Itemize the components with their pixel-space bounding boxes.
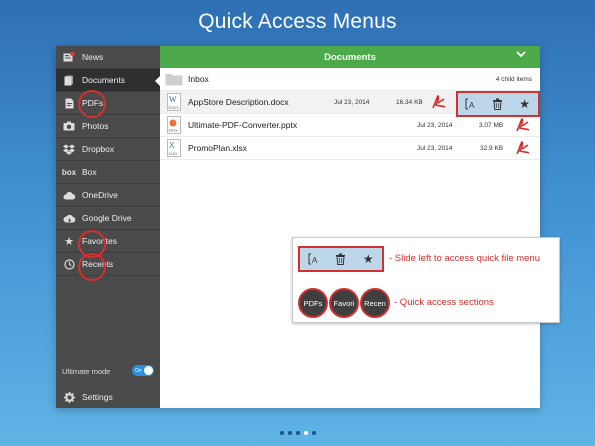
convert-to-pdf-icon[interactable] xyxy=(515,140,531,158)
sidebar-item-google-drive[interactable]: Google Drive xyxy=(56,207,160,230)
news-icon xyxy=(56,51,82,63)
sidebar-item-label: News xyxy=(82,52,104,62)
page-dot[interactable] xyxy=(279,431,284,435)
ultimate-mode-toggle[interactable]: On xyxy=(132,365,154,376)
sidebar-item-favorites[interactable]: ★ Favorites xyxy=(56,230,160,253)
header-title: Documents xyxy=(324,51,376,63)
google-drive-icon xyxy=(56,214,82,223)
box-logo-icon: box xyxy=(61,167,77,177)
sidebar-item-recents[interactable]: Recents xyxy=(56,253,160,276)
recents-highlight-ring xyxy=(78,253,106,281)
explanation-callout: A ★ - Slide left to access quick file me… xyxy=(292,237,560,323)
rename-icon[interactable]: A xyxy=(463,96,479,112)
quick-file-menu-sample: A ★ xyxy=(298,246,384,272)
svg-text:PPTX: PPTX xyxy=(169,129,179,133)
toggle-knob xyxy=(144,366,153,375)
sidebar-item-label: OneDrive xyxy=(82,190,118,200)
ultimate-mode-row: Ultimate mode On xyxy=(56,360,160,382)
ultimate-mode-label: Ultimate mode xyxy=(62,366,111,376)
file-date: Jul 23, 2014 xyxy=(417,144,453,152)
svg-text:W: W xyxy=(169,95,177,104)
sidebar-item-news[interactable]: News xyxy=(56,46,160,69)
trash-icon xyxy=(333,251,349,267)
sidebar-item-pdfs[interactable]: PDFs xyxy=(56,92,160,115)
slide-instruction: - Slide left to access quick file menu xyxy=(389,253,541,264)
file-row-pptx[interactable]: PPTX Ultimate-PDF-Converter.pptx Jul 23,… xyxy=(160,114,540,137)
page-dot[interactable] xyxy=(295,431,300,435)
star-icon: ★ xyxy=(362,252,374,266)
trash-icon[interactable] xyxy=(490,96,506,112)
rename-icon: A xyxy=(306,251,322,267)
toggle-state-text: On xyxy=(135,367,142,374)
sidebar-item-label: Dropbox xyxy=(82,144,115,154)
sidebar-item-label: Box xyxy=(82,167,97,177)
recents-section-circle: Recen xyxy=(360,288,390,318)
sidebar: News Documents PDFs Photos Dropbox box B… xyxy=(56,46,161,408)
file-size: 3.07 MB xyxy=(479,121,504,129)
page-dot-active[interactable] xyxy=(303,431,308,435)
file-row-xlsx[interactable]: X XLSX PromoPlan.xlsx Jul 23, 2014 32.9 K… xyxy=(160,137,540,160)
sidebar-item-label: Google Drive xyxy=(82,213,132,223)
file-date: Jul 23, 2014 xyxy=(334,98,370,106)
sidebar-item-box[interactable]: box Box xyxy=(56,161,160,184)
documents-header: Documents xyxy=(160,46,540,68)
page-dot[interactable] xyxy=(287,431,292,435)
file-date: Jul 23, 2014 xyxy=(417,121,453,129)
file-browser: Documents Inbox 4 child items W DOCX AppS… xyxy=(160,46,540,408)
sidebar-item-label: Settings xyxy=(82,392,113,402)
folder-row-inbox[interactable]: Inbox 4 child items xyxy=(160,68,540,91)
xlsx-file-icon: X XLSX xyxy=(160,139,188,157)
documents-icon xyxy=(56,75,82,86)
sidebar-item-photos[interactable]: Photos xyxy=(56,115,160,138)
sidebar-item-label: Photos xyxy=(82,121,109,131)
svg-text:A: A xyxy=(312,256,318,265)
sidebar-item-label: Documents xyxy=(82,75,125,85)
dropbox-icon xyxy=(56,144,82,155)
sidebar-item-onedrive[interactable]: OneDrive xyxy=(56,184,160,207)
svg-text:A: A xyxy=(469,101,475,110)
file-size: 32.9 KB xyxy=(480,144,504,152)
file-size: 16.34 KB xyxy=(396,98,423,106)
gear-icon xyxy=(56,391,82,403)
sidebar-item-settings[interactable]: Settings xyxy=(56,386,160,408)
onedrive-cloud-icon xyxy=(56,191,82,200)
file-name: PromoPlan.xlsx xyxy=(188,143,248,153)
folder-icon xyxy=(160,72,188,86)
pdfs-section-circle: PDFs xyxy=(298,288,328,318)
file-name: Ultimate-PDF-Converter.pptx xyxy=(188,120,298,130)
convert-to-pdf-icon[interactable] xyxy=(431,94,447,112)
camera-icon xyxy=(56,121,82,131)
convert-to-pdf-icon[interactable] xyxy=(515,117,531,135)
favorites-section-circle: Favori xyxy=(329,288,359,318)
page-headline: Quick Access Menus xyxy=(198,10,397,33)
page-dot[interactable] xyxy=(311,431,316,435)
page-indicator xyxy=(0,431,595,435)
chevron-down-icon[interactable] xyxy=(516,50,526,61)
sidebar-item-dropbox[interactable]: Dropbox xyxy=(56,138,160,161)
sections-instruction: - Quick access sections xyxy=(394,297,494,308)
svg-text:X: X xyxy=(169,141,175,150)
child-count: 4 child items xyxy=(495,75,532,83)
star-icon[interactable]: ★ xyxy=(517,96,533,112)
pdfs-highlight-ring xyxy=(78,90,106,118)
docx-file-icon: W DOCX xyxy=(160,93,188,111)
svg-text:XLSX: XLSX xyxy=(169,152,179,156)
sidebar-item-documents[interactable]: Documents xyxy=(56,69,161,92)
pptx-file-icon: PPTX xyxy=(160,116,188,134)
folder-name: Inbox xyxy=(188,74,209,84)
file-name: AppStore Description.docx xyxy=(188,97,289,107)
svg-text:DOCX: DOCX xyxy=(169,106,180,110)
app-window: News Documents PDFs Photos Dropbox box B… xyxy=(56,46,540,408)
